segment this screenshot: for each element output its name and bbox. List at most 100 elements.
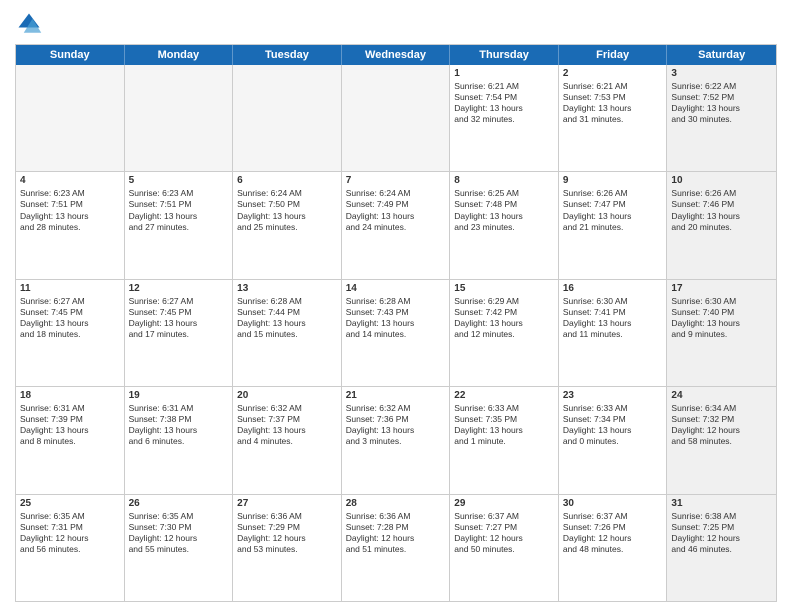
logo-icon — [15, 10, 43, 38]
calendar-row-0: 1 Sunrise: 6:21 AM Sunset: 7:54 PM Daylig… — [16, 65, 776, 172]
day-details: Sunrise: 6:30 AM Sunset: 7:41 PM Dayligh… — [563, 296, 663, 340]
day-number: 26 — [129, 498, 229, 509]
day-details: Sunrise: 6:31 AM Sunset: 7:38 PM Dayligh… — [129, 403, 229, 447]
empty-cell — [125, 65, 234, 171]
day-number: 20 — [237, 390, 337, 401]
day-cell-7: 7Sunrise: 6:24 AM Sunset: 7:49 PM Daylig… — [342, 172, 451, 278]
day-cell-19: 19 Sunrise: 6:31 AM Sunset: 7:38 PM Dayli… — [125, 387, 234, 493]
day-cell-10: 10Sunrise: 6:26 AM Sunset: 7:46 PM Dayli… — [667, 172, 776, 278]
day-details: Sunrise: 6:24 AM Sunset: 7:50 PM Dayligh… — [237, 188, 337, 232]
day-number: 16 — [563, 283, 663, 294]
day-cell-25: 25Sunrise: 6:35 AM Sunset: 7:31 PM Dayli… — [16, 495, 125, 601]
day-cell-1: 1 Sunrise: 6:21 AM Sunset: 7:54 PM Daylig… — [450, 65, 559, 171]
day-details: Sunrise: 6:33 AM Sunset: 7:34 PM Dayligh… — [563, 403, 663, 447]
day-number: 5 — [129, 175, 229, 186]
day-cell-28: 28Sunrise: 6:36 AM Sunset: 7:28 PM Dayli… — [342, 495, 451, 601]
day-cell-15: 15 Sunrise: 6:29 AM Sunset: 7:42 PM Dayli… — [450, 280, 559, 386]
day-cell-17: 17 Sunrise: 6:30 AM Sunset: 7:40 PM Dayli… — [667, 280, 776, 386]
day-number: 31 — [671, 498, 772, 509]
header-day-monday: Monday — [125, 45, 234, 65]
day-cell-14: 14Sunrise: 6:28 AM Sunset: 7:43 PM Dayli… — [342, 280, 451, 386]
day-cell-29: 29 Sunrise: 6:37 AM Sunset: 7:27 PM Dayli… — [450, 495, 559, 601]
day-cell-5: 5 Sunrise: 6:23 AM Sunset: 7:51 PM Daylig… — [125, 172, 234, 278]
day-details: Sunrise: 6:21 AM Sunset: 7:54 PM Dayligh… — [454, 81, 554, 125]
day-cell-24: 24Sunrise: 6:34 AM Sunset: 7:32 PM Dayli… — [667, 387, 776, 493]
day-number: 22 — [454, 390, 554, 401]
day-details: Sunrise: 6:36 AM Sunset: 7:29 PM Dayligh… — [237, 511, 337, 555]
day-cell-21: 21 Sunrise: 6:32 AM Sunset: 7:36 PM Dayli… — [342, 387, 451, 493]
calendar: SundayMondayTuesdayWednesdayThursdayFrid… — [15, 44, 777, 602]
day-cell-22: 22 Sunrise: 6:33 AM Sunset: 7:35 PM Dayli… — [450, 387, 559, 493]
day-number: 8 — [454, 175, 554, 186]
day-number: 19 — [129, 390, 229, 401]
day-details: Sunrise: 6:35 AM Sunset: 7:31 PM Dayligh… — [20, 511, 120, 555]
day-number: 23 — [563, 390, 663, 401]
day-details: Sunrise: 6:34 AM Sunset: 7:32 PM Dayligh… — [671, 403, 772, 447]
day-details: Sunrise: 6:23 AM Sunset: 7:51 PM Dayligh… — [129, 188, 229, 232]
day-number: 18 — [20, 390, 120, 401]
day-number: 2 — [563, 68, 663, 79]
day-cell-2: 2 Sunrise: 6:21 AM Sunset: 7:53 PM Daylig… — [559, 65, 668, 171]
header-day-friday: Friday — [559, 45, 668, 65]
page: SundayMondayTuesdayWednesdayThursdayFrid… — [0, 0, 792, 612]
day-cell-18: 18 Sunrise: 6:31 AM Sunset: 7:39 PM Dayli… — [16, 387, 125, 493]
calendar-row-4: 25Sunrise: 6:35 AM Sunset: 7:31 PM Dayli… — [16, 495, 776, 601]
day-number: 30 — [563, 498, 663, 509]
day-details: Sunrise: 6:26 AM Sunset: 7:46 PM Dayligh… — [671, 188, 772, 232]
day-cell-27: 27Sunrise: 6:36 AM Sunset: 7:29 PM Dayli… — [233, 495, 342, 601]
day-cell-3: 3 Sunrise: 6:22 AM Sunset: 7:52 PM Daylig… — [667, 65, 776, 171]
day-number: 4 — [20, 175, 120, 186]
day-details: Sunrise: 6:26 AM Sunset: 7:47 PM Dayligh… — [563, 188, 663, 232]
day-number: 15 — [454, 283, 554, 294]
day-number: 13 — [237, 283, 337, 294]
calendar-row-2: 11 Sunrise: 6:27 AM Sunset: 7:45 PM Dayli… — [16, 280, 776, 387]
day-number: 11 — [20, 283, 120, 294]
day-cell-8: 8 Sunrise: 6:25 AM Sunset: 7:48 PM Daylig… — [450, 172, 559, 278]
day-number: 1 — [454, 68, 554, 79]
day-cell-20: 20Sunrise: 6:32 AM Sunset: 7:37 PM Dayli… — [233, 387, 342, 493]
day-number: 29 — [454, 498, 554, 509]
day-details: Sunrise: 6:35 AM Sunset: 7:30 PM Dayligh… — [129, 511, 229, 555]
day-number: 3 — [671, 68, 772, 79]
calendar-row-1: 4 Sunrise: 6:23 AM Sunset: 7:51 PM Daylig… — [16, 172, 776, 279]
day-details: Sunrise: 6:28 AM Sunset: 7:43 PM Dayligh… — [346, 296, 446, 340]
day-cell-16: 16 Sunrise: 6:30 AM Sunset: 7:41 PM Dayli… — [559, 280, 668, 386]
day-details: Sunrise: 6:32 AM Sunset: 7:36 PM Dayligh… — [346, 403, 446, 447]
day-details: Sunrise: 6:33 AM Sunset: 7:35 PM Dayligh… — [454, 403, 554, 447]
header — [15, 10, 777, 38]
day-cell-13: 13 Sunrise: 6:28 AM Sunset: 7:44 PM Dayli… — [233, 280, 342, 386]
day-number: 6 — [237, 175, 337, 186]
calendar-body: 1 Sunrise: 6:21 AM Sunset: 7:54 PM Daylig… — [16, 65, 776, 601]
header-day-wednesday: Wednesday — [342, 45, 451, 65]
day-cell-30: 30 Sunrise: 6:37 AM Sunset: 7:26 PM Dayli… — [559, 495, 668, 601]
calendar-header: SundayMondayTuesdayWednesdayThursdayFrid… — [16, 45, 776, 65]
day-details: Sunrise: 6:37 AM Sunset: 7:27 PM Dayligh… — [454, 511, 554, 555]
day-details: Sunrise: 6:28 AM Sunset: 7:44 PM Dayligh… — [237, 296, 337, 340]
empty-cell — [233, 65, 342, 171]
day-number: 9 — [563, 175, 663, 186]
day-details: Sunrise: 6:30 AM Sunset: 7:40 PM Dayligh… — [671, 296, 772, 340]
day-number: 17 — [671, 283, 772, 294]
day-number: 12 — [129, 283, 229, 294]
empty-cell — [16, 65, 125, 171]
day-details: Sunrise: 6:37 AM Sunset: 7:26 PM Dayligh… — [563, 511, 663, 555]
day-details: Sunrise: 6:24 AM Sunset: 7:49 PM Dayligh… — [346, 188, 446, 232]
day-cell-4: 4 Sunrise: 6:23 AM Sunset: 7:51 PM Daylig… — [16, 172, 125, 278]
header-day-thursday: Thursday — [450, 45, 559, 65]
day-details: Sunrise: 6:22 AM Sunset: 7:52 PM Dayligh… — [671, 81, 772, 125]
day-cell-11: 11 Sunrise: 6:27 AM Sunset: 7:45 PM Dayli… — [16, 280, 125, 386]
header-day-sunday: Sunday — [16, 45, 125, 65]
day-details: Sunrise: 6:21 AM Sunset: 7:53 PM Dayligh… — [563, 81, 663, 125]
day-details: Sunrise: 6:27 AM Sunset: 7:45 PM Dayligh… — [20, 296, 120, 340]
empty-cell — [342, 65, 451, 171]
day-details: Sunrise: 6:23 AM Sunset: 7:51 PM Dayligh… — [20, 188, 120, 232]
day-details: Sunrise: 6:31 AM Sunset: 7:39 PM Dayligh… — [20, 403, 120, 447]
day-cell-26: 26 Sunrise: 6:35 AM Sunset: 7:30 PM Dayli… — [125, 495, 234, 601]
logo — [15, 10, 47, 38]
day-cell-12: 12Sunrise: 6:27 AM Sunset: 7:45 PM Dayli… — [125, 280, 234, 386]
day-details: Sunrise: 6:29 AM Sunset: 7:42 PM Dayligh… — [454, 296, 554, 340]
day-number: 28 — [346, 498, 446, 509]
day-details: Sunrise: 6:25 AM Sunset: 7:48 PM Dayligh… — [454, 188, 554, 232]
day-cell-31: 31Sunrise: 6:38 AM Sunset: 7:25 PM Dayli… — [667, 495, 776, 601]
day-number: 21 — [346, 390, 446, 401]
